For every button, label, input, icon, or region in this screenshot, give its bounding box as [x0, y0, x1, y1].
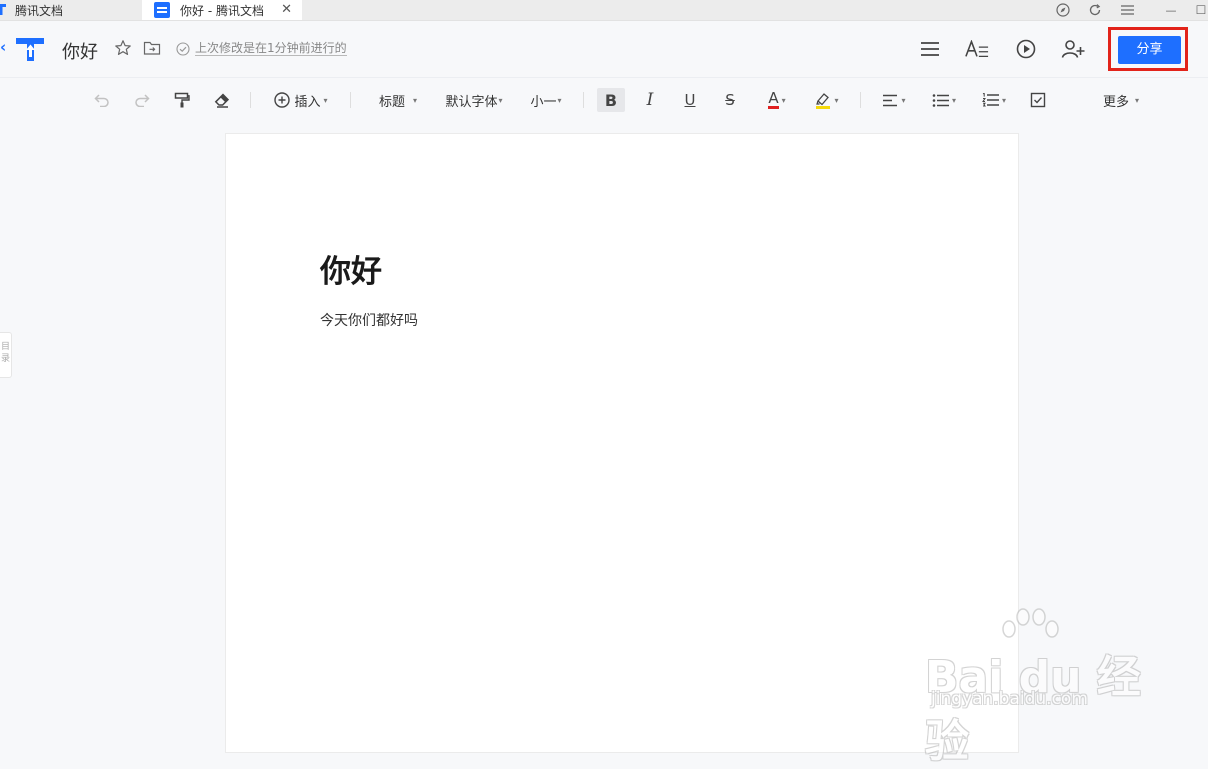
- chevron-down-icon: ▾: [1001, 95, 1006, 105]
- add-circle-icon: [274, 92, 291, 108]
- highlighter-icon: [816, 93, 831, 109]
- add-collaborator-icon[interactable]: [1061, 37, 1085, 61]
- star-icon[interactable]: [114, 39, 132, 61]
- numbered-list-dropdown[interactable]: ▾: [978, 88, 1010, 112]
- toolbar-divider: [583, 92, 584, 108]
- document-page[interactable]: 你好 今天你们都好吗: [225, 133, 1019, 753]
- font-style-icon[interactable]: [965, 37, 989, 61]
- chevron-down-icon: ▾: [781, 95, 786, 105]
- save-status-text: 上次修改是在1分钟前进行的: [195, 41, 347, 56]
- tab-home[interactable]: 腾讯文档: [0, 0, 142, 20]
- play-icon[interactable]: [1014, 37, 1038, 61]
- tencent-docs-logo-icon: [0, 2, 8, 19]
- insert-label: 插入: [294, 94, 321, 110]
- chevron-down-icon: ▾: [498, 95, 503, 105]
- tencent-docs-logo-icon[interactable]: [14, 36, 46, 66]
- chevron-down-icon: ▾: [1135, 95, 1140, 105]
- tab-home-label: 腾讯文档: [15, 3, 64, 18]
- font-color-icon: A: [768, 89, 779, 109]
- insert-button[interactable]: 插入 ▾: [270, 88, 332, 112]
- save-status[interactable]: 上次修改是在1分钟前进行的: [176, 41, 347, 56]
- document-body-text[interactable]: 今天你们都好吗: [320, 310, 418, 330]
- heading-dropdown[interactable]: 标题 ▾: [374, 88, 422, 112]
- more-label: 更多: [1102, 94, 1129, 110]
- menu-icon[interactable]: [1118, 0, 1136, 20]
- document-heading[interactable]: 你好: [320, 246, 382, 291]
- chevron-down-icon: ▾: [557, 95, 562, 105]
- chevron-down-icon: ▾: [901, 95, 906, 105]
- redo-icon[interactable]: [130, 88, 154, 112]
- tab-bar: 腾讯文档 你好 - 腾讯文档 ✕ — ☐: [0, 0, 1208, 21]
- chevron-down-icon: ▾: [951, 95, 956, 105]
- tab-active-document[interactable]: 你好 - 腾讯文档 ✕: [142, 0, 302, 20]
- formatting-toolbar: 插入 ▾ 标题 ▾ 默认字体 ▾ 小一 ▾ B I U S A ▾ ▾ ▾ ▾ …: [0, 78, 1208, 122]
- watermark-url-text: jingyan.baidu.com: [931, 689, 1088, 709]
- close-tab-icon[interactable]: ✕: [281, 2, 292, 17]
- undo-icon[interactable]: [90, 88, 114, 112]
- highlight-button[interactable]: ▾: [812, 88, 842, 112]
- chevron-down-icon: ▾: [834, 95, 839, 105]
- checklist-button[interactable]: [1026, 88, 1050, 112]
- back-icon[interactable]: ‹: [0, 38, 6, 56]
- toolbar-divider: [350, 92, 351, 108]
- outline-side-tab[interactable]: 目录: [0, 332, 12, 378]
- align-left-icon: [883, 94, 898, 106]
- document-icon: [154, 2, 170, 18]
- toolbar-divider: [860, 92, 861, 108]
- font-family-label: 默认字体: [445, 94, 498, 110]
- format-painter-icon[interactable]: [170, 88, 194, 112]
- chevron-down-icon: ▾: [323, 95, 328, 105]
- bullet-list-dropdown[interactable]: ▾: [928, 88, 960, 112]
- chevron-down-icon: ▾: [413, 95, 418, 105]
- font-color-button[interactable]: A ▾: [762, 88, 792, 112]
- paw-icon: [1002, 608, 1059, 638]
- bullet-list-icon: [932, 93, 949, 107]
- more-button[interactable]: 更多 ▾: [1098, 88, 1144, 112]
- italic-button[interactable]: I: [638, 88, 662, 112]
- heading-label: 标题: [378, 94, 405, 110]
- tab-active-label: 你好 - 腾讯文档: [180, 3, 264, 18]
- font-family-dropdown[interactable]: 默认字体 ▾: [440, 88, 508, 112]
- refresh-icon[interactable]: [1086, 0, 1104, 20]
- compass-icon[interactable]: [1054, 0, 1072, 20]
- move-to-folder-icon[interactable]: [143, 40, 161, 60]
- checkbox-icon: [1030, 92, 1046, 108]
- font-size-dropdown[interactable]: 小一 ▾: [525, 88, 567, 112]
- minimize-button[interactable]: —: [1160, 0, 1182, 20]
- check-circle-icon: [176, 41, 190, 56]
- align-dropdown[interactable]: ▾: [878, 88, 910, 112]
- document-title[interactable]: 你好: [62, 38, 98, 64]
- underline-button[interactable]: U: [678, 88, 702, 112]
- numbered-list-icon: [982, 93, 999, 107]
- strikethrough-button[interactable]: S: [718, 88, 742, 112]
- document-header: ‹ 你好 上次修改是在1分钟前进行的 分享: [0, 21, 1208, 78]
- eraser-icon[interactable]: [210, 88, 234, 112]
- document-menu-icon[interactable]: [918, 37, 942, 61]
- bold-button[interactable]: B: [597, 88, 625, 112]
- toolbar-divider: [250, 92, 251, 108]
- maximize-button[interactable]: ☐: [1192, 0, 1208, 20]
- baidu-jingyan-watermark: Bai du 经验 jingyan.baidu.com: [925, 605, 1155, 767]
- share-button[interactable]: 分享: [1118, 36, 1181, 64]
- font-size-label: 小一: [530, 94, 557, 110]
